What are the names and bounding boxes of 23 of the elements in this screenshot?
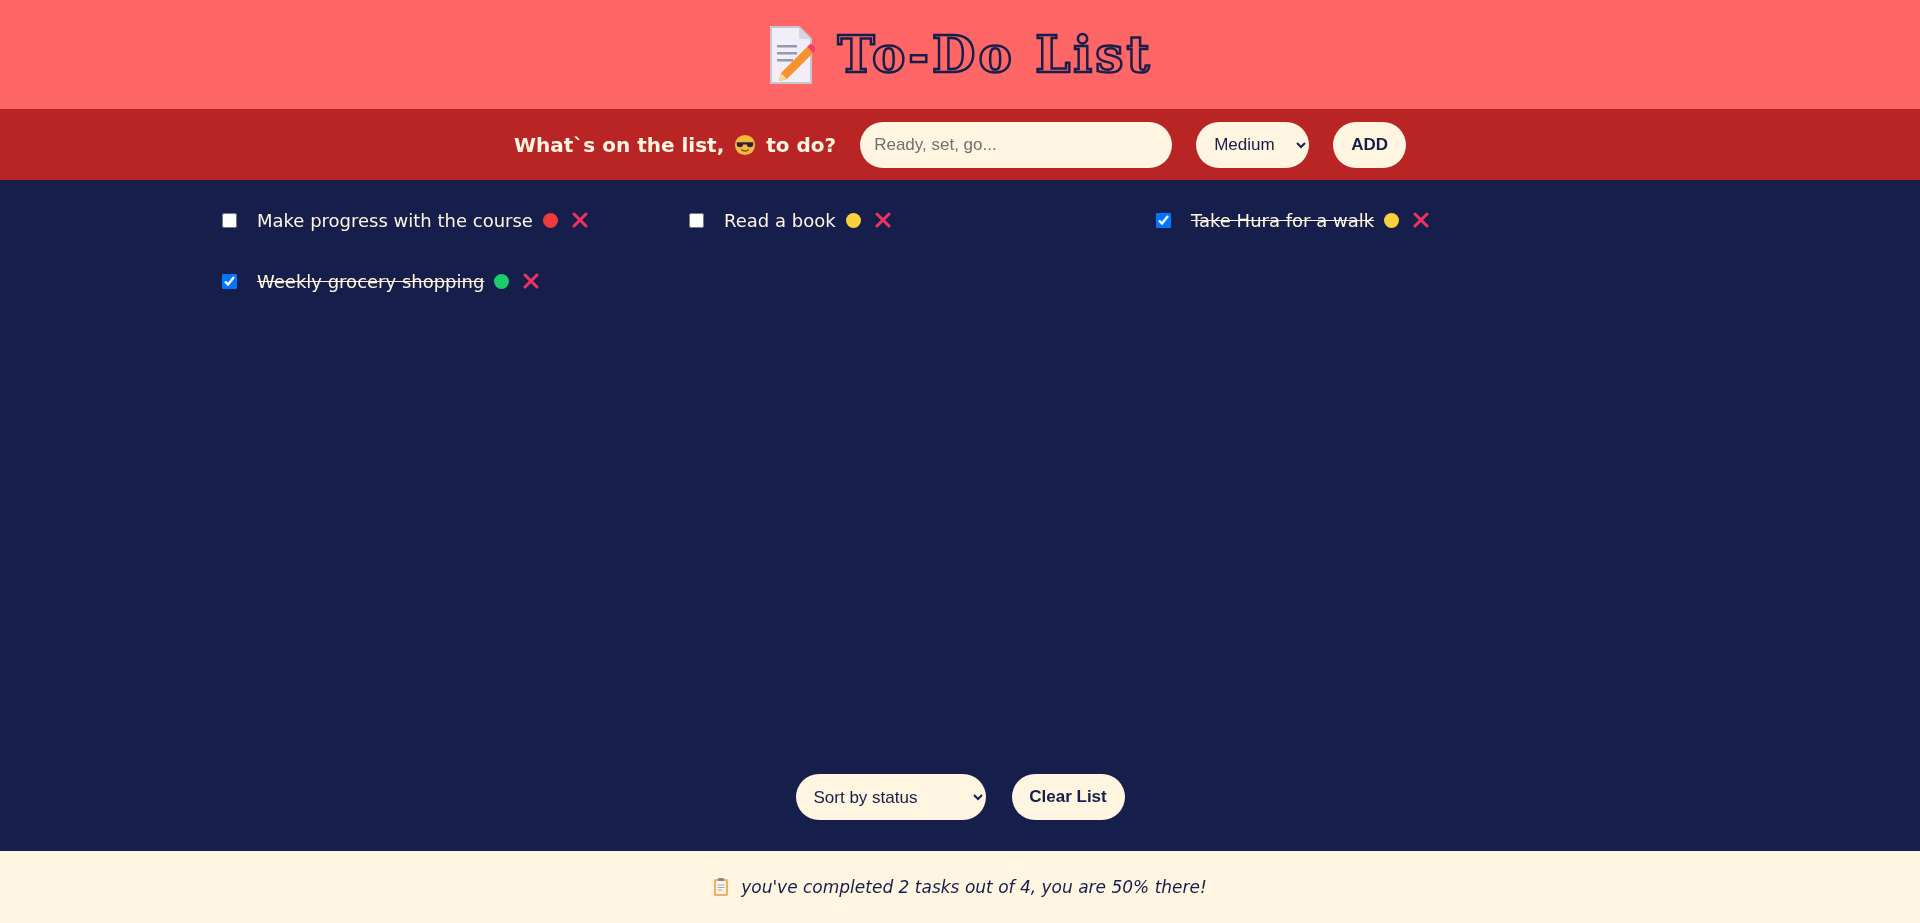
sunglasses-face-icon bbox=[734, 133, 757, 156]
task-text: Weekly grocery shopping bbox=[257, 270, 485, 292]
prompt-text: What`s on the list, bbox=[514, 132, 725, 157]
clipboard-icon bbox=[713, 877, 730, 897]
task-checkbox[interactable] bbox=[689, 212, 704, 228]
clear-list-button[interactable]: Clear List bbox=[1011, 774, 1125, 820]
delete-icon[interactable] bbox=[874, 212, 891, 228]
progress-summary: you've completed 2 tasks out of 4, you are 50% there! bbox=[741, 877, 1207, 897]
task-checkbox[interactable] bbox=[222, 212, 237, 228]
task-checkbox[interactable] bbox=[222, 273, 237, 289]
priority-select[interactable]: Medium bbox=[1196, 121, 1310, 168]
delete-icon[interactable] bbox=[571, 212, 588, 228]
delete-icon[interactable] bbox=[523, 273, 540, 289]
prompt-text: to do? bbox=[766, 132, 837, 157]
task-checkbox[interactable] bbox=[1156, 212, 1171, 228]
delete-icon[interactable] bbox=[1413, 212, 1430, 228]
app-title: To-Do List bbox=[837, 25, 1153, 84]
task-text: Take Hura for a walk bbox=[1191, 209, 1375, 231]
task-input-field[interactable]: Ready, set, go... bbox=[860, 121, 1173, 168]
task-text: Read a book bbox=[724, 209, 836, 231]
sort-select[interactable]: Sort by status bbox=[795, 774, 986, 820]
add-button[interactable]: ADD bbox=[1333, 121, 1406, 168]
task-text: Make progress with the course bbox=[257, 209, 533, 231]
